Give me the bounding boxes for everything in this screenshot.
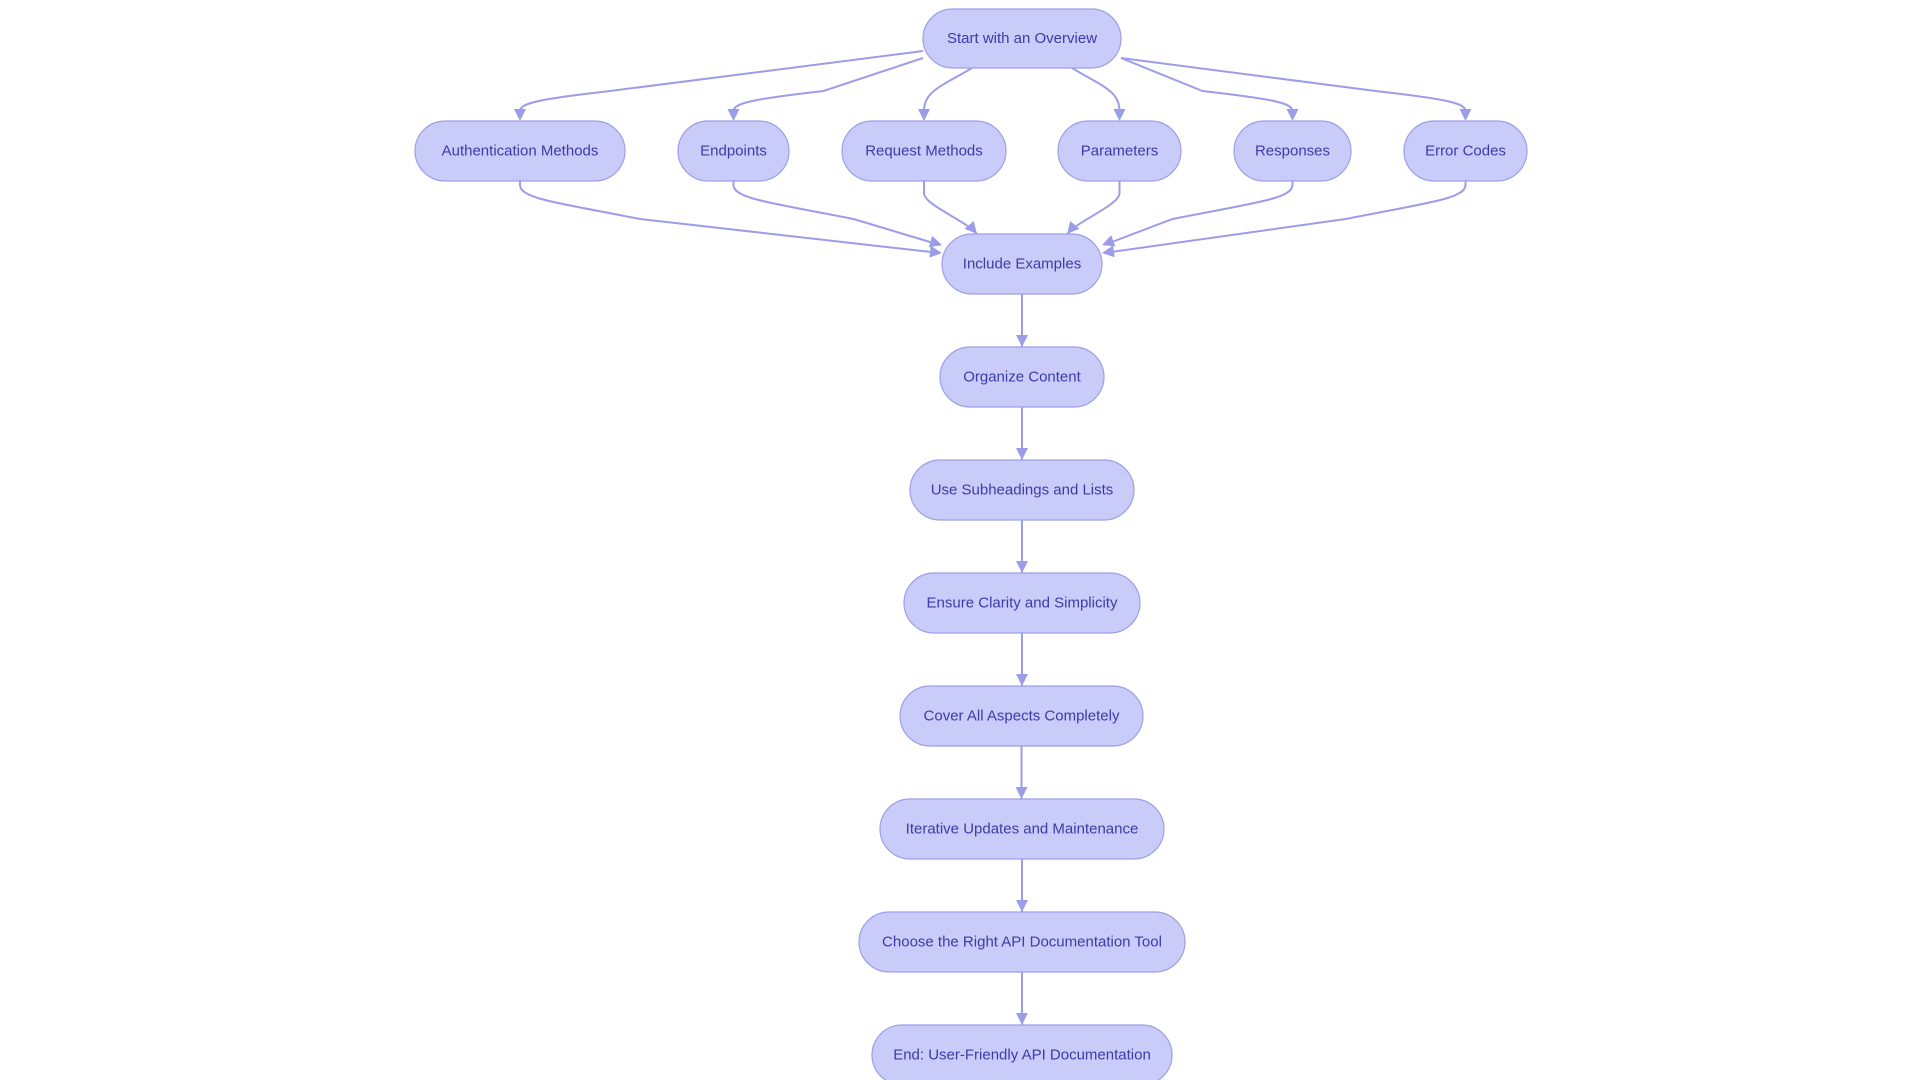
- edge-start-to-auth: [519, 50, 924, 112]
- node-label: Choose the Right API Documentation Tool: [882, 934, 1162, 951]
- node-end[interactable]: End: User-Friendly API Documentation: [871, 1024, 1173, 1080]
- node-cover[interactable]: Cover All Aspects Completely: [899, 685, 1144, 747]
- node-label: Error Codes: [1425, 143, 1506, 160]
- node-organize[interactable]: Organize Content: [939, 346, 1105, 408]
- arrow-head-icon: [1102, 245, 1115, 258]
- node-label: Ensure Clarity and Simplicity: [927, 595, 1118, 612]
- node-auth[interactable]: Authentication Methods: [414, 120, 626, 182]
- edge-start-to-errors: [1120, 57, 1467, 112]
- node-label: Cover All Aspects Completely: [924, 708, 1120, 725]
- arrow-head-icon: [1286, 109, 1299, 121]
- arrow-head-icon: [727, 109, 740, 121]
- arrow-head-icon: [1016, 448, 1028, 460]
- node-label: Include Examples: [963, 256, 1081, 273]
- nodes-layer: Start with an Overview Authentication Met…: [414, 8, 1528, 1080]
- node-label: Endpoints: [700, 143, 767, 160]
- edge-auth-to-examples: [519, 181, 941, 254]
- arrow-head-icon: [1016, 335, 1028, 347]
- node-errors[interactable]: Error Codes: [1403, 120, 1528, 182]
- arrow-head-icon: [1016, 561, 1028, 573]
- node-tool[interactable]: Choose the Right API Documentation Tool: [858, 911, 1186, 973]
- node-label: Start with an Overview: [947, 30, 1097, 47]
- node-responses[interactable]: Responses: [1233, 120, 1352, 182]
- node-label: Authentication Methods: [442, 143, 599, 160]
- arrow-head-icon: [928, 235, 942, 248]
- arrow-head-icon: [1016, 674, 1028, 686]
- node-clarity[interactable]: Ensure Clarity and Simplicity: [903, 572, 1141, 634]
- arrow-head-icon: [1016, 1013, 1028, 1025]
- node-endpoints[interactable]: Endpoints: [677, 120, 790, 182]
- flowchart-diagram: Start with an Overview Authentication Met…: [414, 8, 1528, 1080]
- node-request[interactable]: Request Methods: [841, 120, 1007, 182]
- node-iterative[interactable]: Iterative Updates and Maintenance: [879, 798, 1165, 860]
- node-label: Responses: [1255, 143, 1330, 160]
- node-examples[interactable]: Include Examples: [941, 233, 1103, 295]
- node-label: Parameters: [1081, 143, 1159, 160]
- arrow-head-icon: [1459, 109, 1472, 121]
- arrow-head-icon: [1113, 109, 1126, 121]
- node-label: Organize Content: [963, 369, 1081, 386]
- node-label: End: User-Friendly API Documentation: [893, 1047, 1151, 1064]
- arrow-head-icon: [1016, 900, 1028, 912]
- edge-responses-to-examples: [1103, 181, 1294, 246]
- arrow-head-icon: [1015, 787, 1028, 799]
- node-params[interactable]: Parameters: [1057, 120, 1182, 182]
- arrow-head-icon: [1067, 220, 1080, 234]
- edge-endpoints-to-examples: [732, 181, 941, 246]
- edge-start-to-endpoints: [732, 57, 924, 112]
- node-subheadings[interactable]: Use Subheadings and Lists: [909, 459, 1135, 521]
- arrow-head-icon: [964, 220, 977, 234]
- node-label: Iterative Updates and Maintenance: [906, 821, 1139, 838]
- edge-start-to-request: [923, 67, 973, 112]
- node-label: Request Methods: [865, 143, 983, 160]
- node-label: Use Subheadings and Lists: [931, 482, 1114, 499]
- arrow-head-icon: [929, 245, 942, 258]
- arrow-head-icon: [514, 109, 526, 121]
- edge-start-to-params: [1071, 67, 1121, 112]
- edge-errors-to-examples: [1103, 181, 1467, 254]
- edge-start-to-responses: [1120, 57, 1294, 112]
- node-start[interactable]: Start with an Overview: [922, 8, 1122, 69]
- arrow-head-icon: [918, 109, 930, 121]
- edges-layer: [514, 50, 1472, 1025]
